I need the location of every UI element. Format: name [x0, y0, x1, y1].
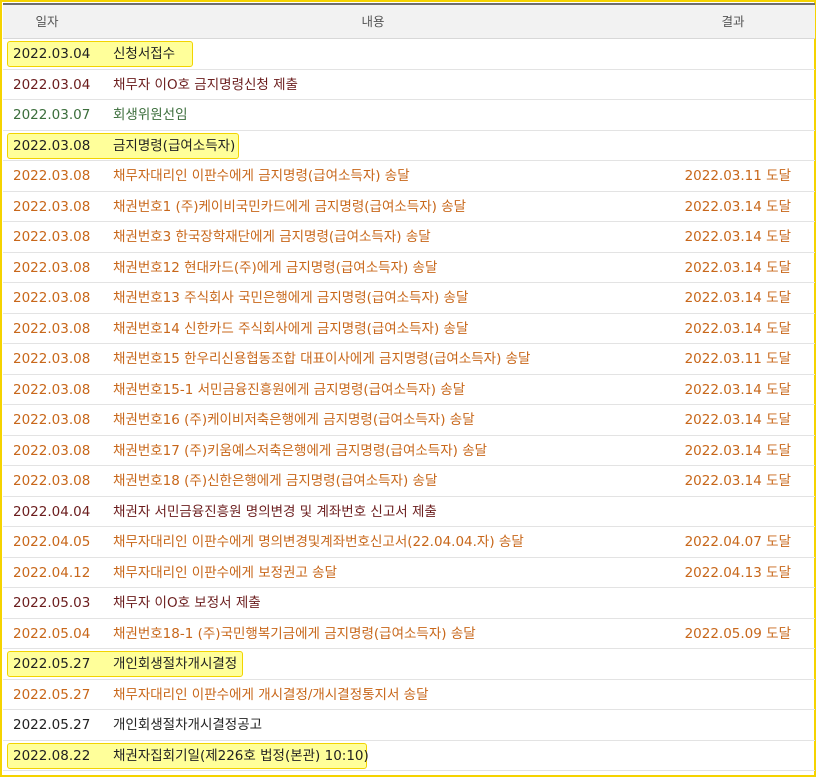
- table-row: 2022.03.08 금지명령(급여소득자): [3, 131, 815, 161]
- row-content: 채무자대리인 이판수에게 보정권고 송달: [113, 564, 338, 581]
- row-content: 회생위원선임: [113, 107, 188, 123]
- row-date: 2022.03.08: [13, 259, 91, 276]
- row-content: 채무자 이O호 금지명령신청 제출: [113, 76, 298, 93]
- row-content: 채권번호18-1 (주)국민행복기금에게 금지명령(급여소득자) 송달: [113, 625, 476, 642]
- header-date: 일자: [35, 14, 59, 29]
- table-row: 2022.03.08 채권번호17 (주)키움예스저축은행에게 금지명령(급여소득…: [3, 436, 815, 466]
- table-row: 2022.03.08 채권번호1 (주)케이비국민카드에게 금지명령(급여소득자)…: [3, 192, 815, 222]
- row-date: 2022.04.04: [13, 503, 91, 520]
- row-date: 2022.03.08: [13, 290, 91, 306]
- row-result: 2022.03.14 도달: [684, 198, 791, 215]
- row-date: 2022.03.07: [13, 107, 91, 123]
- row-content: 채권번호15 한우리신용협동조합 대표이사에게 금지명령(급여소득자) 송달: [113, 351, 531, 367]
- row-content: 개인회생절차개시결정공고: [113, 717, 263, 733]
- row-date: 2022.03.08: [13, 168, 91, 184]
- table-row: 2022.03.07 회생위원선임: [3, 100, 815, 131]
- table-row: 2022.03.08 채권번호16 (주)케이비저축은행에게 금지명령(급여소득자…: [3, 405, 815, 436]
- row-date: 2022.03.08: [13, 229, 91, 245]
- row-date: 2022.05.27: [13, 656, 91, 672]
- row-date: 2022.04.12: [13, 564, 91, 581]
- row-date: 2022.05.03: [13, 595, 91, 611]
- row-result: 2022.04.07 도달: [684, 534, 791, 550]
- row-content: 채권번호3 한국장학재단에게 금지명령(급여소득자) 송달: [113, 229, 431, 245]
- row-result: 2022.03.14 도달: [684, 290, 791, 306]
- table-row: 2022.03.08 채권번호15-1 서민금융진흥원에게 금지명령(급여소득자)…: [3, 375, 815, 405]
- row-result: 2022.03.11 도달: [684, 168, 791, 184]
- row-content: 신청서접수: [113, 46, 176, 62]
- table-row: 2022.03.08 채권번호3 한국장학재단에게 금지명령(급여소득자) 송달 2…: [3, 222, 815, 253]
- row-date: 2022.03.08: [13, 198, 91, 215]
- table-body: 2022.03.04 신청서접수 2022.03.04 채무자 이O호 금지명령신청 …: [3, 39, 815, 771]
- row-date: 2022.03.04: [13, 46, 91, 62]
- table-row: 2022.08.22 채권자집회기일(제226호 법정(본관) 10:10): [3, 741, 815, 771]
- row-date: 2022.03.08: [13, 320, 91, 337]
- row-content: 채무자 이O호 보정서 제출: [113, 595, 261, 611]
- row-date: 2022.08.22: [13, 747, 91, 764]
- row-date: 2022.03.08: [13, 381, 91, 398]
- table-row: 2022.03.04 신청서접수: [3, 39, 815, 70]
- row-content: 금지명령(급여소득자): [113, 137, 236, 154]
- table-row: 2022.03.08 채권번호15 한우리신용협동조합 대표이사에게 금지명령(급…: [3, 344, 815, 375]
- row-content: 채권번호16 (주)케이비저축은행에게 금지명령(급여소득자) 송달: [113, 412, 475, 428]
- row-date: 2022.04.05: [13, 534, 91, 550]
- row-content: 채권번호18 (주)신한은행에게 금지명령(급여소득자) 송달: [113, 473, 438, 489]
- table-row: 2022.05.27 개인회생절차개시결정공고: [3, 710, 815, 741]
- header-result: 결과: [721, 14, 745, 29]
- table-row: 2022.03.08 채권번호13 주식회사 국민은행에게 금지명령(급여소득자)…: [3, 283, 815, 314]
- row-content: 채권자집회기일(제226호 법정(본관) 10:10): [113, 747, 369, 764]
- row-date: 2022.03.04: [13, 76, 91, 93]
- table-row: 2022.05.03 채무자 이O호 보정서 제출: [3, 588, 815, 619]
- row-result: 2022.03.11 도달: [684, 351, 791, 367]
- row-content: 채권번호14 신한카드 주식회사에게 금지명령(급여소득자) 송달: [113, 320, 469, 337]
- row-result: 2022.03.14 도달: [684, 259, 791, 276]
- row-result: 2022.03.14 도달: [684, 442, 791, 459]
- row-result: 2022.03.14 도달: [684, 320, 791, 337]
- row-result: 2022.03.14 도달: [684, 381, 791, 398]
- row-date: 2022.05.04: [13, 625, 91, 642]
- row-date: 2022.03.08: [13, 473, 91, 489]
- row-result: 2022.03.14 도달: [684, 412, 791, 428]
- row-result: 2022.05.09 도달: [684, 625, 791, 642]
- table-row: 2022.04.12 채무자대리인 이판수에게 보정권고 송달 2022.04.13…: [3, 558, 815, 588]
- row-content: 채권번호15-1 서민금융진흥원에게 금지명령(급여소득자) 송달: [113, 381, 466, 398]
- case-progress-table: 일자 내용 결과 2022.03.04 신청서접수 2022.03.04 채무자 이O…: [3, 3, 815, 771]
- row-date: 2022.05.27: [13, 717, 91, 733]
- row-result: 2022.04.13 도달: [684, 564, 791, 581]
- table-row: 2022.05.27 채무자대리인 이판수에게 개시결정/개시결정통지서 송달: [3, 680, 815, 710]
- row-content: 채무자대리인 이판수에게 개시결정/개시결정통지서 송달: [113, 686, 429, 703]
- table-header: 일자 내용 결과: [3, 3, 815, 39]
- table-row: 2022.04.05 채무자대리인 이판수에게 명의변경및계좌번호신고서(22.0…: [3, 527, 815, 558]
- row-date: 2022.03.08: [13, 137, 91, 154]
- row-content: 채권번호12 현대카드(주)에게 금지명령(급여소득자) 송달: [113, 259, 438, 276]
- table-row: 2022.05.27 개인회생절차개시결정: [3, 649, 815, 680]
- table-row: 2022.03.04 채무자 이O호 금지명령신청 제출: [3, 70, 815, 100]
- table-row: 2022.03.08 채권번호18 (주)신한은행에게 금지명령(급여소득자) 송…: [3, 466, 815, 497]
- table-row: 2022.03.08 채권번호14 신한카드 주식회사에게 금지명령(급여소득자)…: [3, 314, 815, 344]
- row-date: 2022.03.08: [13, 442, 91, 459]
- row-date: 2022.03.08: [13, 412, 91, 428]
- row-content: 채권번호13 주식회사 국민은행에게 금지명령(급여소득자) 송달: [113, 290, 469, 306]
- row-content: 채권번호1 (주)케이비국민카드에게 금지명령(급여소득자) 송달: [113, 198, 467, 215]
- row-content: 개인회생절차개시결정: [113, 656, 238, 672]
- row-content: 채권자 서민금융진흥원 명의변경 및 계좌번호 신고서 제출: [113, 503, 437, 520]
- table-row: 2022.05.04 채권번호18-1 (주)국민행복기금에게 금지명령(급여소득…: [3, 619, 815, 649]
- row-result: 2022.03.14 도달: [684, 473, 791, 489]
- row-date: 2022.05.27: [13, 686, 91, 703]
- row-content: 채무자대리인 이판수에게 금지명령(급여소득자) 송달: [113, 168, 410, 184]
- row-result: 2022.03.14 도달: [684, 229, 791, 245]
- row-date: 2022.03.08: [13, 351, 91, 367]
- row-content: 채권번호17 (주)키움예스저축은행에게 금지명령(급여소득자) 송달: [113, 442, 488, 459]
- table-row: 2022.03.08 채권번호12 현대카드(주)에게 금지명령(급여소득자) 송…: [3, 253, 815, 283]
- table-row: 2022.04.04 채권자 서민금융진흥원 명의변경 및 계좌번호 신고서 제출: [3, 497, 815, 527]
- header-content: 내용: [361, 14, 385, 29]
- row-content: 채무자대리인 이판수에게 명의변경및계좌번호신고서(22.04.04.자) 송달: [113, 534, 524, 550]
- table-row: 2022.03.08 채무자대리인 이판수에게 금지명령(급여소득자) 송달 202…: [3, 161, 815, 192]
